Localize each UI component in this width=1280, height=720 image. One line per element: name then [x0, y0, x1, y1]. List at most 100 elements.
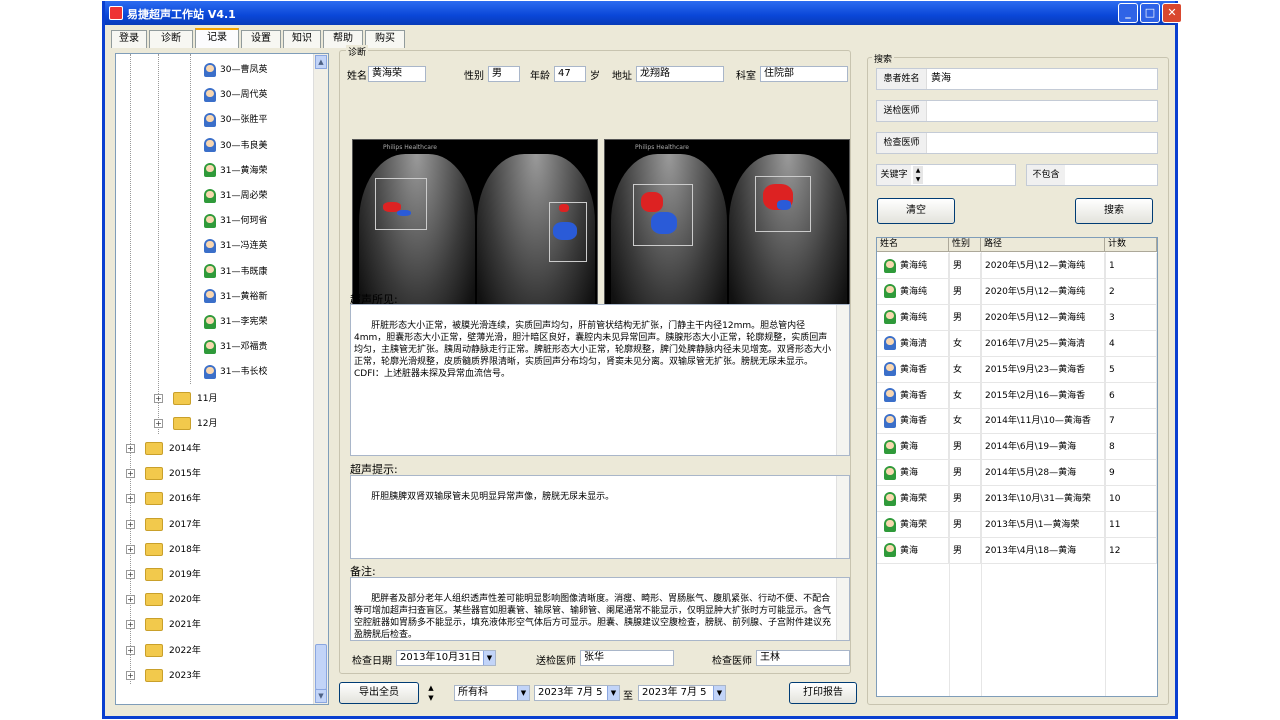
expand-icon[interactable]: +: [154, 419, 163, 429]
tree-patient-item[interactable]: 30—韦良美: [204, 138, 267, 154]
tree-year-folder[interactable]: +2022年: [126, 643, 201, 659]
tree-patient-item[interactable]: 31—邓福贵: [204, 339, 267, 355]
scroll-up-arrow[interactable]: ▲: [315, 55, 327, 69]
dept-field[interactable]: 住院部: [760, 66, 848, 82]
tree-year-folder[interactable]: +2016年: [126, 491, 201, 507]
expand-icon[interactable]: +: [126, 620, 135, 630]
tree-patient-item[interactable]: 31—冯连英: [204, 238, 267, 254]
expand-icon[interactable]: +: [126, 670, 135, 680]
tree-month-folder[interactable]: +11月: [154, 391, 217, 407]
chevron-down-icon[interactable]: ▼: [607, 686, 619, 700]
close-button[interactable]: ✕: [1162, 3, 1182, 23]
findings-scrollbar[interactable]: [836, 305, 849, 455]
tree-year-folder[interactable]: +2018年: [126, 542, 201, 558]
keyword-spinner[interactable]: ▲ ▼: [913, 166, 923, 184]
table-row[interactable]: 黄海清 女 2016年\7月\25—黄海清 4: [877, 330, 1157, 357]
tab-settings[interactable]: 设置: [241, 30, 281, 48]
table-row[interactable]: 黄海香 女 2015年\2月\16—黄海香 6: [877, 382, 1157, 409]
tree-year-folder[interactable]: +2021年: [126, 617, 201, 633]
table-row[interactable]: 黄海荣 男 2013年\10月\31—黄海荣 10: [877, 486, 1157, 513]
note-scrollbar[interactable]: [836, 578, 849, 640]
tree-year-folder[interactable]: +2015年: [126, 466, 201, 482]
expand-icon[interactable]: +: [154, 394, 163, 403]
search-results-table[interactable]: 姓名 性别 路径 计数 黄海纯男 2020年\5月\12—黄海纯 1 黄海纯男 2020…: [876, 237, 1158, 697]
tab-records[interactable]: 记录: [195, 28, 239, 48]
dept-select[interactable]: 所有科 ▼: [454, 685, 530, 701]
tab-knowledge[interactable]: 知识: [283, 30, 321, 48]
gender-field[interactable]: 男: [488, 66, 520, 82]
export-all-button[interactable]: 导出全员: [339, 682, 419, 704]
expand-icon[interactable]: +: [126, 595, 135, 605]
print-report-button[interactable]: 打印报告: [789, 682, 857, 704]
table-row[interactable]: 黄海 男 2014年\5月\28—黄海 9: [877, 460, 1157, 487]
age-field[interactable]: 47: [554, 66, 586, 82]
title-bar[interactable]: 易捷超声工作站 V4.1 _ □ ✕: [105, 1, 1182, 25]
hint-textarea[interactable]: 肝胆胰脾双肾双输尿管未见明显异常声像，膀胱无尿未显示。: [350, 475, 850, 559]
exclude-input[interactable]: [1069, 165, 1155, 185]
patient-name-input[interactable]: 黄海: [931, 69, 951, 89]
tab-login[interactable]: 登录: [111, 30, 147, 48]
expand-icon[interactable]: +: [126, 544, 135, 554]
tree-month-folder[interactable]: +12月: [154, 416, 217, 432]
tree-year-folder[interactable]: +2017年: [126, 517, 201, 533]
record-tree[interactable]: 30—曹凤英 30—周代英 30—张胜平 30—韦良美 31—黄海荣 31—周必荣 31—何…: [115, 53, 329, 705]
table-row[interactable]: 黄海 男 2014年\6月\19—黄海 8: [877, 434, 1157, 461]
tree-patient-item[interactable]: 30—周代英: [204, 87, 267, 103]
date-from-picker[interactable]: 2023年 7月 5 ▼: [534, 685, 620, 701]
search-button[interactable]: 搜索: [1075, 198, 1153, 224]
address-field[interactable]: 龙翔路: [636, 66, 724, 82]
chevron-down-icon[interactable]: ▼: [517, 686, 529, 700]
findings-textarea[interactable]: 肝脏形态大小正常，被膜光滑连续，实质回声均匀，肝前管状结构无扩张，门静主干内径1…: [350, 304, 850, 456]
exam-date-picker[interactable]: 2013年10月31日 ▼: [396, 650, 496, 666]
maximize-button[interactable]: □: [1140, 3, 1160, 23]
tree-patient-item[interactable]: 31—李宪荣: [204, 314, 267, 330]
tree-year-folder[interactable]: +2019年: [126, 567, 201, 583]
expand-icon[interactable]: +: [126, 469, 135, 479]
checker-field[interactable]: 王林: [756, 650, 850, 666]
clear-button[interactable]: 清空: [877, 198, 955, 224]
chevron-down-icon[interactable]: ▼: [713, 686, 725, 700]
tree-year-folder[interactable]: +2020年: [126, 592, 201, 608]
chevron-down-icon[interactable]: ▼: [483, 651, 495, 665]
table-row[interactable]: 黄海香 女 2015年\9月\23—黄海香 5: [877, 356, 1157, 383]
checker-search-input[interactable]: [931, 133, 1151, 153]
minimize-button[interactable]: _: [1118, 3, 1138, 23]
note-textarea[interactable]: 肥胖者及部分老年人组织透声性差可能明显影响图像清晰度。消瘦、畸形、胃肠胀气、腹肌…: [350, 577, 850, 641]
column-header-name[interactable]: 姓名: [877, 238, 949, 252]
expand-icon[interactable]: +: [126, 444, 135, 453]
table-row[interactable]: 黄海香 女 2014年\11月\10—黄海香 7: [877, 408, 1157, 435]
tree-patient-item[interactable]: 31—周必荣: [204, 188, 267, 204]
sender-field[interactable]: 张华: [580, 650, 674, 666]
scroll-thumb[interactable]: [315, 644, 327, 690]
table-row[interactable]: 黄海 男 2013年\4月\18—黄海 12: [877, 537, 1157, 564]
tree-scrollbar[interactable]: ▲ ▼: [313, 54, 328, 704]
tree-patient-item[interactable]: 30—曹凤英: [204, 62, 267, 78]
tree-patient-item[interactable]: 31—韦既康: [204, 264, 267, 280]
hint-scrollbar[interactable]: [836, 476, 849, 558]
scroll-down-arrow[interactable]: ▼: [315, 689, 327, 703]
tab-diagnosis[interactable]: 诊断: [149, 30, 193, 48]
tree-year-folder[interactable]: +2023年: [126, 668, 201, 684]
column-header-path[interactable]: 路径: [981, 238, 1105, 252]
table-row[interactable]: 黄海纯 男 2020年\5月\12—黄海纯 1: [877, 253, 1157, 279]
export-spinner[interactable]: ▲ ▼: [425, 683, 437, 703]
table-row[interactable]: 黄海纯 男 2020年\5月\12—黄海纯 3: [877, 304, 1157, 331]
date-to-picker[interactable]: 2023年 7月 5 ▼: [638, 685, 726, 701]
expand-icon[interactable]: +: [126, 645, 135, 655]
name-field[interactable]: 黄海荣: [368, 66, 426, 82]
tree-patient-item[interactable]: 31—黄海荣: [204, 163, 267, 179]
expand-icon[interactable]: +: [126, 494, 135, 504]
expand-icon[interactable]: +: [126, 519, 135, 529]
table-row[interactable]: 黄海纯 男 2020年\5月\12—黄海纯 2: [877, 278, 1157, 305]
expand-icon[interactable]: +: [126, 570, 135, 579]
tree-year-folder[interactable]: +2014年: [126, 441, 201, 457]
tree-patient-item[interactable]: 31—韦长校: [204, 364, 267, 380]
tree-patient-item[interactable]: 30—张胜平: [204, 112, 267, 128]
column-header-sex[interactable]: 性别: [949, 238, 981, 252]
table-row[interactable]: 黄海荣 男 2013年\5月\1—黄海荣 11: [877, 512, 1157, 538]
column-header-count[interactable]: 计数: [1105, 238, 1157, 252]
sender-search-input[interactable]: [931, 101, 1151, 121]
tree-patient-item[interactable]: 31—何珂省: [204, 213, 267, 229]
keyword-input[interactable]: [927, 165, 1013, 185]
tree-patient-item[interactable]: 31—黄裕新: [204, 289, 267, 305]
